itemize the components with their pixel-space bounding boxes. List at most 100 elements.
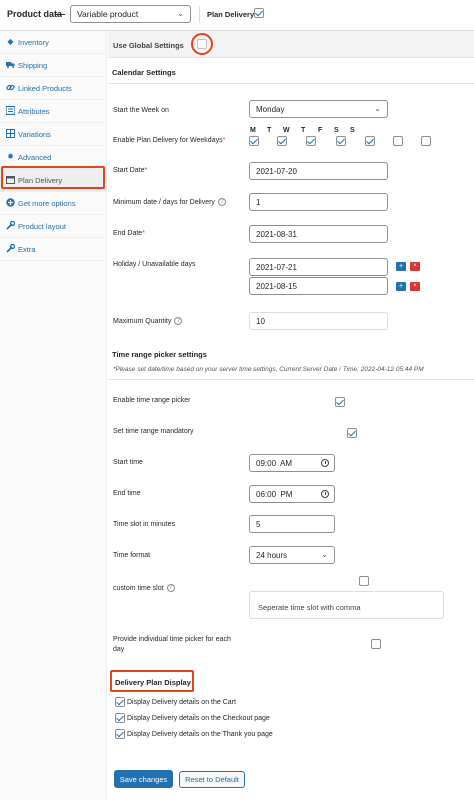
required-mark: * [142, 230, 145, 237]
sidebar-item-attributes[interactable]: Attributes [0, 100, 107, 123]
custom-slot-checkbox[interactable] [359, 576, 370, 586]
sidebar-item-label: Variations [18, 130, 51, 139]
help-icon[interactable]: ? [166, 584, 175, 592]
individual-picker-label: Provide individual time picker for each d… [113, 635, 231, 655]
display-thankyou-checkbox[interactable] [115, 729, 125, 739]
sidebar-item-extra[interactable]: Extra [0, 238, 107, 261]
end-date-label: End Date* [113, 230, 145, 237]
sidebar-item-label: Get more options [18, 199, 76, 208]
weekday-checkbox-fri[interactable] [364, 136, 375, 146]
start-week-value: Monday [256, 105, 285, 114]
min-days-label-text: Minimum date / days for Delivery [113, 198, 215, 206]
weekday-checkbox-wed[interactable] [306, 136, 317, 146]
time-mandatory-label: Set time range mandatory [113, 428, 194, 435]
save-changes-button[interactable]: Save changes [114, 770, 173, 788]
slot-minutes-value: 5 [256, 520, 261, 529]
custom-slot-placeholder: Seperate time slot with comma [258, 603, 361, 612]
weekday-checkbox-mon[interactable] [249, 136, 259, 146]
wrench-icon [6, 243, 16, 253]
sidebar-item-product-layout[interactable]: Product layout [0, 215, 107, 238]
display-checkout-checkbox[interactable] [115, 713, 125, 723]
list-icon [5, 105, 16, 116]
sidebar-item-label: Product layout [18, 222, 66, 231]
individual-picker-label-line2: day [113, 646, 125, 653]
holiday-input-1[interactable]: 2021-07-21 [249, 258, 388, 276]
end-time-input[interactable]: 06:00 PM [249, 485, 335, 503]
sidebar-item-label: Shipping [18, 61, 48, 70]
start-week-label: Start the Week on [113, 107, 169, 114]
min-days-input[interactable]: 1 [249, 193, 388, 211]
min-days-label: Minimum date / days for Delivery? [113, 198, 226, 206]
time-format-label: Time format [113, 552, 151, 559]
sidebar-item-inventory[interactable]: ◆ Inventory [0, 31, 107, 54]
individual-picker-checkbox[interactable] [371, 639, 382, 649]
display-cart-label: Display Delivery details on the Cart [127, 698, 236, 706]
plus-circle-icon [6, 198, 15, 207]
remove-holiday-button[interactable]: × [410, 262, 420, 271]
slot-minutes-input[interactable]: 5 [249, 515, 335, 533]
calendar-settings-title: Calendar Settings [112, 68, 176, 77]
help-icon[interactable]: ? [217, 198, 226, 206]
max-quantity-value: 10 [256, 317, 265, 326]
weekdays-label-text: Enable Plan Delivery for Weekdays [113, 137, 223, 144]
gear-icon: ✹ [7, 152, 14, 161]
truck-icon [6, 60, 15, 69]
enable-time-picker-label: Enable time range picker [113, 397, 191, 404]
time-format-select[interactable]: 24 hours ⌄ [249, 546, 335, 564]
weekday-checkbox-thu[interactable] [335, 136, 346, 146]
weekday-checkbox-sun[interactable] [421, 136, 432, 146]
end-date-value: 2021-08-31 [256, 230, 297, 239]
sidebar-item-label: Attributes [18, 107, 50, 116]
day-letter-wed: W [283, 127, 290, 134]
display-cart-checkbox[interactable] [115, 697, 125, 707]
global-settings-bar: Use Global Settings [108, 31, 474, 58]
time-format-value: 24 hours [256, 551, 288, 560]
product-type-select[interactable]: Variable product ⌄ [70, 5, 191, 23]
help-icon[interactable]: ? [174, 317, 183, 325]
plan-delivery-checkbox[interactable] [254, 8, 264, 18]
holiday-label: Holiday / Unavailable days [113, 261, 196, 268]
day-letter-thu: T [301, 127, 306, 134]
time-mandatory-checkbox[interactable] [346, 428, 357, 438]
add-holiday-button[interactable]: + [396, 262, 406, 271]
start-week-select[interactable]: Monday ⌄ [249, 100, 388, 118]
start-date-input[interactable]: 2021-07-20 [249, 162, 388, 180]
weekday-checkbox-sat[interactable] [393, 136, 404, 146]
clock-icon [321, 459, 329, 467]
global-settings-checkbox[interactable] [197, 39, 207, 49]
sidebar-item-label: Inventory [18, 38, 49, 47]
weekdays-label: Enable Plan Delivery for Weekdays* [113, 137, 225, 144]
remove-holiday-button[interactable]: × [410, 282, 420, 291]
start-date-label: Start Date* [113, 167, 147, 174]
sidebar-item-linked-products[interactable]: Linked Products [0, 77, 107, 100]
diamond-icon: ◆ [7, 37, 14, 46]
chevron-down-icon: ⌄ [177, 9, 184, 18]
sidebar-item-shipping[interactable]: Shipping [0, 54, 107, 77]
sidebar-item-get-more-options[interactable]: Get more options [0, 192, 107, 215]
reset-default-button[interactable]: Reset to Default [179, 771, 245, 788]
display-thankyou-row[interactable]: Display Delivery details on the Thank yo… [115, 729, 273, 739]
server-time-note: *Please set date/time based on your serv… [113, 366, 424, 373]
day-letter-fri: F [318, 127, 323, 134]
min-days-value: 1 [256, 198, 261, 207]
display-cart-row[interactable]: Display Delivery details on the Cart [115, 697, 236, 707]
weekday-checkbox-tue[interactable] [277, 136, 288, 146]
delivery-plan-display-title: Delivery Plan Display [115, 678, 191, 687]
max-quantity-input[interactable]: 10 [249, 312, 388, 330]
link-icon [6, 83, 15, 92]
product-data-header: Product data — Variable product ⌄ Plan D… [0, 0, 474, 31]
plan-delivery-highlight [1, 166, 105, 189]
custom-slot-textarea[interactable]: Seperate time slot with comma [249, 591, 444, 619]
add-holiday-button[interactable]: + [396, 282, 406, 291]
end-date-input[interactable]: 2021-08-31 [249, 225, 388, 243]
start-time-label: Start time [113, 459, 143, 466]
holiday-input-2[interactable]: 2021-08-15 [249, 277, 388, 295]
display-checkout-row[interactable]: Display Delivery details on the Checkout… [115, 713, 270, 723]
clock-icon [321, 490, 329, 498]
holiday-value: 2021-07-21 [256, 263, 297, 272]
sidebar-item-variations[interactable]: Variations [0, 123, 107, 146]
global-settings-label: Use Global Settings [113, 41, 184, 50]
sidebar-item-label: Linked Products [18, 84, 72, 93]
enable-time-picker-checkbox[interactable] [334, 397, 345, 407]
start-time-input[interactable]: 09:00 AM [249, 454, 335, 472]
